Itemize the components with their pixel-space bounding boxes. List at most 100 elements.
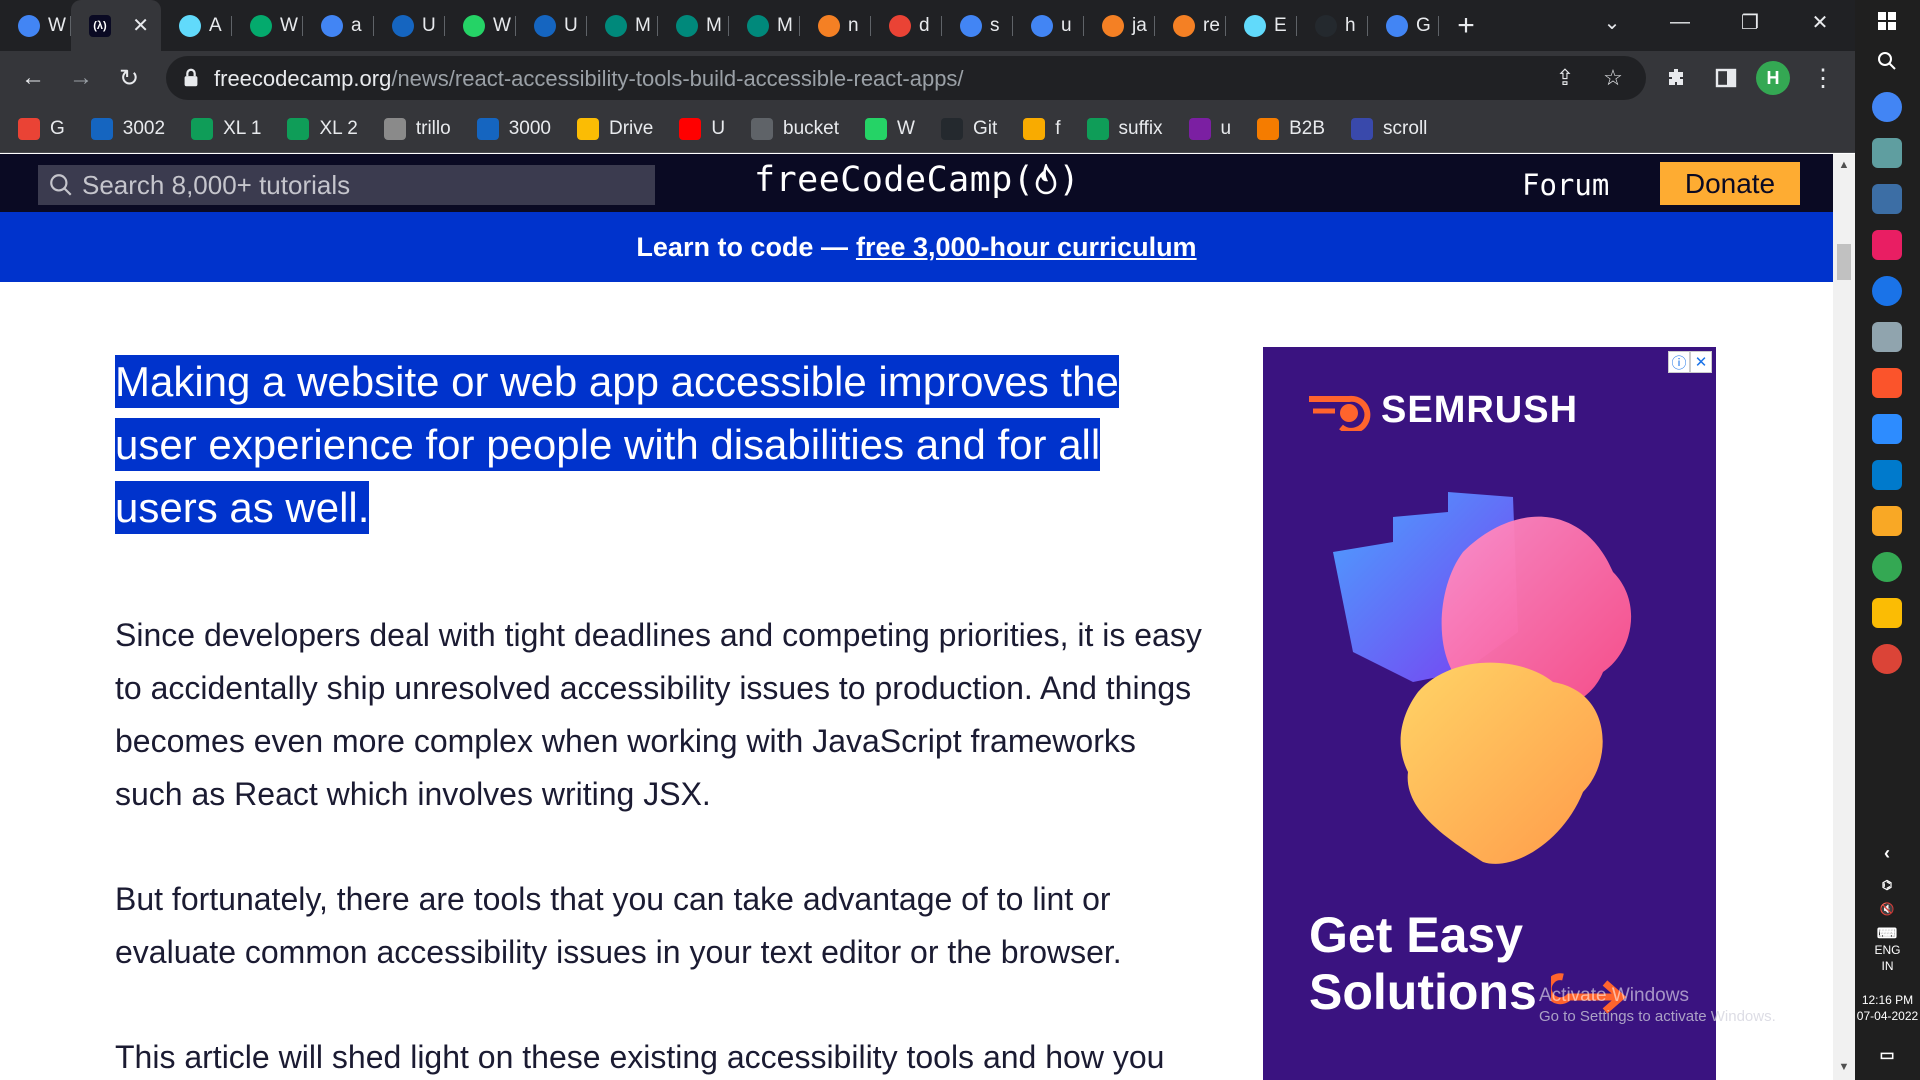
browser-tab[interactable]: A bbox=[161, 0, 232, 51]
curriculum-banner: Learn to code — free 3,000-hour curricul… bbox=[0, 212, 1833, 282]
scrollbar-thumb[interactable] bbox=[1837, 244, 1851, 280]
profile-avatar[interactable]: H bbox=[1756, 61, 1790, 95]
bookmark-item[interactable]: U bbox=[679, 117, 725, 140]
browser-tab[interactable]: M bbox=[729, 0, 800, 51]
intellij-icon[interactable] bbox=[1872, 230, 1902, 260]
back-arrow-icon[interactable]: ← bbox=[14, 59, 52, 97]
bookmark-item[interactable]: Drive bbox=[576, 117, 653, 140]
taskbar-search-icon[interactable] bbox=[1872, 46, 1902, 76]
donate-button[interactable]: Donate bbox=[1660, 162, 1800, 205]
article-paragraphs: Since developers deal with tight deadlin… bbox=[115, 609, 1205, 1080]
photos-icon[interactable] bbox=[1872, 184, 1902, 214]
scroll-up-icon[interactable]: ▲ bbox=[1837, 158, 1851, 172]
browser-tab[interactable]: (λ) ✕ bbox=[71, 0, 161, 51]
language-indicator[interactable]: ENG IN bbox=[1855, 942, 1920, 974]
banner-prefix: Learn to code — bbox=[636, 231, 848, 262]
bookmark-item[interactable]: B2B bbox=[1257, 117, 1325, 140]
advertisement[interactable]: ⓘ ✕ SEMRUSH Get Easy Solutions bbox=[1263, 347, 1716, 1080]
semrush-logo: SEMRUSH bbox=[1307, 389, 1578, 432]
browser-tab[interactable]: M bbox=[658, 0, 729, 51]
browser-tab[interactable]: U bbox=[516, 0, 587, 51]
bookmark-item[interactable]: 3002 bbox=[90, 117, 165, 140]
search-input[interactable] bbox=[82, 169, 642, 201]
brave-icon[interactable] bbox=[1872, 368, 1902, 398]
browser-tab[interactable]: u bbox=[1013, 0, 1084, 51]
bookmark-item[interactable]: scroll bbox=[1351, 117, 1427, 140]
ad-close-icon[interactable]: ✕ bbox=[1690, 351, 1712, 373]
bookmark-item[interactable]: XL 2 bbox=[287, 117, 358, 140]
restore-button[interactable]: ❐ bbox=[1715, 0, 1785, 44]
git-icon[interactable] bbox=[1872, 598, 1902, 628]
file-explorer-icon[interactable] bbox=[1872, 506, 1902, 536]
browser-tab[interactable]: h bbox=[1297, 0, 1368, 51]
windows-start-icon[interactable] bbox=[1872, 6, 1902, 36]
ac-logo-icon bbox=[90, 117, 113, 140]
bookmark-item[interactable]: Git bbox=[940, 117, 997, 140]
bookmark-item[interactable]: trillo bbox=[383, 117, 451, 140]
new-tab-button[interactable]: + bbox=[1439, 0, 1493, 51]
chrome-alt-icon[interactable] bbox=[1872, 644, 1902, 674]
browser-tab[interactable]: G bbox=[1368, 0, 1439, 51]
tab-close-icon[interactable]: ✕ bbox=[132, 13, 149, 38]
logo-text-end: ) bbox=[1058, 160, 1081, 200]
side-panel-icon[interactable] bbox=[1707, 59, 1745, 97]
bookmark-item[interactable]: bucket bbox=[751, 117, 839, 140]
chrome-icon[interactable] bbox=[1872, 92, 1902, 122]
react-icon bbox=[179, 14, 201, 37]
tray-chevron-icon[interactable]: ‹ bbox=[1872, 838, 1902, 868]
maps-pin-icon[interactable] bbox=[1872, 276, 1902, 306]
bookmark-item[interactable]: 3000 bbox=[476, 117, 551, 140]
google-icon bbox=[1031, 14, 1053, 37]
tab-search-icon[interactable]: ⌄ bbox=[1577, 0, 1647, 44]
browser-tab[interactable]: s bbox=[942, 0, 1013, 51]
freecodecamp-logo[interactable]: freeCodeCamp( ) bbox=[754, 160, 1080, 200]
site-navbar: freeCodeCamp( ) Forum Donate bbox=[0, 154, 1833, 212]
forum-link[interactable]: Forum bbox=[1522, 168, 1609, 202]
bookmark-star-icon[interactable]: ☆ bbox=[1600, 65, 1626, 91]
steam-icon[interactable] bbox=[1872, 138, 1902, 168]
extensions-puzzle-icon[interactable] bbox=[1657, 59, 1695, 97]
bookmark-item[interactable]: u bbox=[1188, 117, 1232, 140]
share-icon[interactable]: ⇪ bbox=[1552, 65, 1578, 91]
scroll-down-icon[interactable]: ▼ bbox=[1837, 1060, 1851, 1074]
curriculum-link[interactable]: free 3,000-hour curriculum bbox=[856, 232, 1197, 263]
more-menu-icon[interactable]: ⋮ bbox=[1804, 59, 1842, 97]
url-text[interactable]: freecodecamp.org/news/react-accessibilit… bbox=[214, 66, 964, 92]
browser-tab[interactable]: a bbox=[303, 0, 374, 51]
search-box[interactable] bbox=[38, 165, 655, 205]
close-window-button[interactable]: ✕ bbox=[1785, 0, 1855, 44]
browser-tab[interactable]: E bbox=[1226, 0, 1297, 51]
browser-tab[interactable]: W bbox=[445, 0, 516, 51]
notes-icon[interactable] bbox=[1872, 322, 1902, 352]
bookmark-item[interactable]: G bbox=[18, 117, 65, 140]
globe-icon bbox=[751, 117, 774, 140]
browser-tab[interactable]: W bbox=[232, 0, 303, 51]
browser-tab[interactable]: M bbox=[587, 0, 658, 51]
vscode-icon[interactable] bbox=[1872, 460, 1902, 490]
browser-tab[interactable]: re bbox=[1155, 0, 1226, 51]
article-lead: Making a website or web app accessible i… bbox=[115, 350, 1205, 539]
browser-tab[interactable]: W bbox=[0, 0, 71, 51]
chrome-profile-icon[interactable] bbox=[1872, 552, 1902, 582]
selected-text[interactable]: Making a website or web app accessible i… bbox=[115, 355, 1119, 534]
bookmark-item[interactable]: suffix bbox=[1086, 117, 1163, 140]
zoom-icon[interactable] bbox=[1872, 414, 1902, 444]
bookmark-item[interactable]: f bbox=[1023, 117, 1061, 140]
system-clock[interactable]: 12:16 PM 07-04-2022 bbox=[1855, 992, 1920, 1024]
browser-tab[interactable]: d bbox=[871, 0, 942, 51]
bookmark-label: u bbox=[1220, 117, 1232, 139]
ad-info-icon[interactable]: ⓘ bbox=[1668, 351, 1690, 373]
notifications-icon[interactable]: ▭ bbox=[1872, 1040, 1902, 1070]
address-bar[interactable]: freecodecamp.org/news/react-accessibilit… bbox=[166, 56, 1646, 100]
page-scrollbar[interactable]: ▲ ▼ bbox=[1833, 154, 1855, 1080]
browser-tab[interactable]: U bbox=[374, 0, 445, 51]
sticky-note-icon bbox=[1023, 117, 1046, 140]
bookmark-item[interactable]: W bbox=[865, 117, 915, 140]
forward-arrow-icon[interactable]: → bbox=[62, 59, 100, 97]
browser-tab[interactable]: n bbox=[800, 0, 871, 51]
reload-icon[interactable]: ↻ bbox=[110, 59, 148, 97]
bookmark-item[interactable]: XL 1 bbox=[191, 117, 261, 140]
minimize-button[interactable]: — bbox=[1645, 0, 1715, 44]
browser-tab[interactable]: ja bbox=[1084, 0, 1155, 51]
lock-icon[interactable] bbox=[180, 67, 202, 89]
